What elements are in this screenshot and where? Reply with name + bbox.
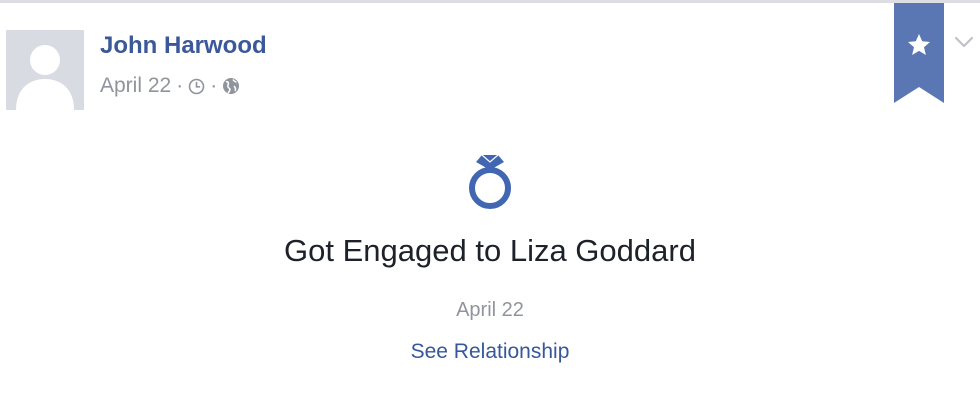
globe-icon[interactable]	[222, 77, 240, 95]
author-name[interactable]: John Harwood	[100, 32, 267, 60]
life-event-title: Got Engaged to Liza Goddard	[284, 233, 696, 268]
avatar[interactable]	[6, 30, 84, 110]
ring-icon	[462, 151, 518, 209]
post-date[interactable]: April 22	[100, 74, 171, 98]
life-event-date: April 22	[456, 299, 524, 321]
chevron-down-icon[interactable]	[954, 35, 974, 49]
bookmark-ribbon[interactable]	[894, 3, 944, 103]
meta-separator: ·	[210, 74, 218, 97]
post-meta: April 22 · ·	[100, 74, 240, 98]
clock-icon	[188, 78, 205, 95]
life-event-post: John Harwood April 22 · · Got Engaged to…	[0, 3, 980, 400]
see-relationship-container: See Relationship	[0, 340, 980, 364]
default-profile-silhouette	[6, 30, 84, 110]
see-relationship-link[interactable]: See Relationship	[411, 340, 570, 363]
meta-separator: ·	[176, 74, 184, 97]
